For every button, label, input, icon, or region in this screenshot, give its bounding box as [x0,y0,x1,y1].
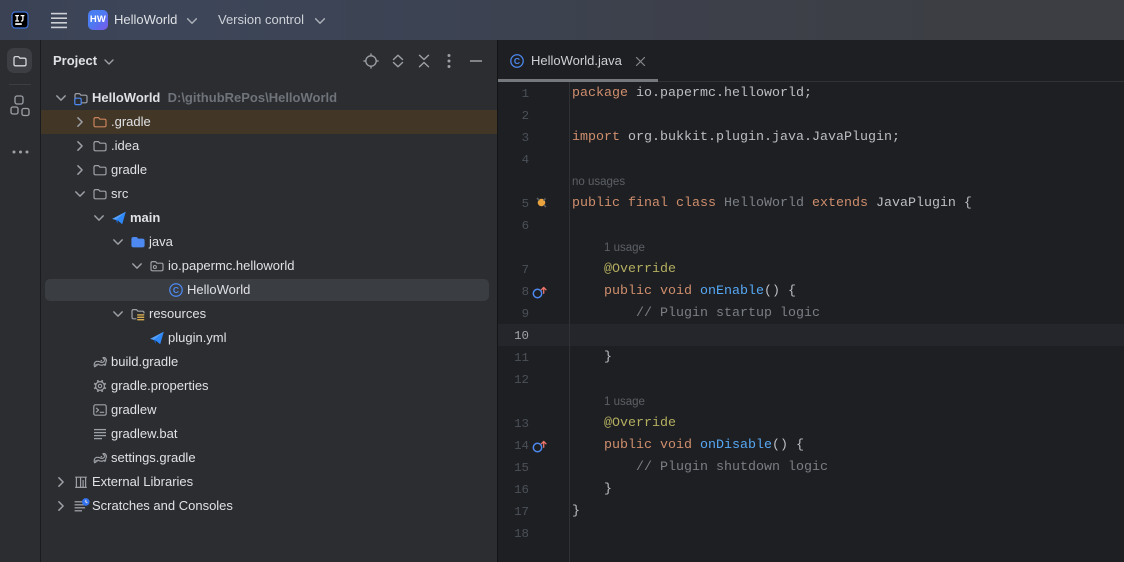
svg-text:C: C [514,56,520,66]
svg-text:C: C [173,285,179,295]
